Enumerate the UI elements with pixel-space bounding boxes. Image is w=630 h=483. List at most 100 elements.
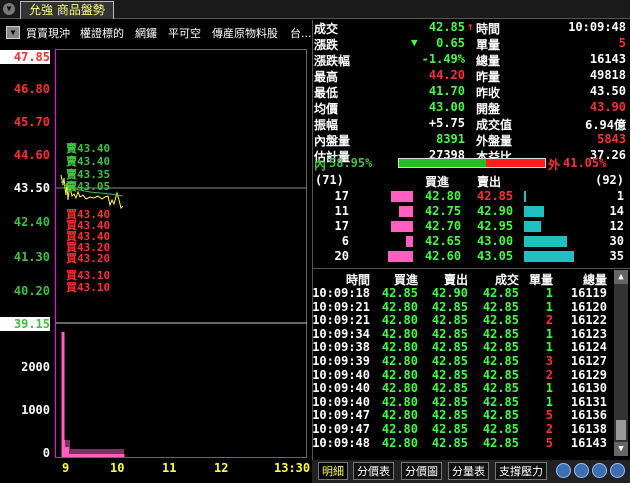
tick-cell: 1 (545, 340, 553, 355)
quote-label: 昨量 (476, 70, 501, 84)
quote-row: 時間 10:09:48 (474, 20, 630, 36)
tick-cell: 42.85 (482, 286, 519, 300)
bid-volume: 17 (334, 189, 349, 203)
tick-cell: 42.80 (381, 408, 418, 423)
bid-header: 買進 (425, 175, 450, 189)
bid-bar (399, 206, 413, 217)
bid-volume: 6 (341, 234, 349, 248)
tick-cell: 42.85 (482, 354, 519, 368)
y-price-label: 43.50 (13, 181, 50, 195)
down-arrow-icon: ▼ (411, 36, 418, 49)
bid-bar (406, 236, 413, 247)
nav-down-icon[interactable] (574, 463, 589, 478)
scroll-thumb[interactable] (616, 420, 626, 440)
divider (312, 20, 313, 460)
tick-cell: 42.80 (381, 367, 418, 382)
tick-cell: 42.80 (381, 299, 418, 314)
x-time-label: 9 (62, 461, 70, 475)
nav-left-icon[interactable] (556, 463, 571, 478)
book-row[interactable]: 6 42.65 43.00 30 (312, 234, 630, 249)
ask-total: (92) (595, 173, 624, 187)
tick-cell: 16143 (570, 435, 607, 450)
bottom-tab-bar: 明細 分價表 分價圖 分量表 支撐壓力 (312, 460, 630, 483)
scroll-down-icon[interactable]: ▼ (614, 442, 628, 456)
tick-cell: 42.85 (431, 381, 468, 396)
quote-label: 成交值 (476, 118, 513, 132)
quote-row: 昨收 43.50 (474, 84, 630, 100)
book-row[interactable]: 11 42.75 42.90 14 (312, 204, 630, 219)
y-price-label: 40.20 (13, 284, 50, 298)
ask-volume: 14 (609, 204, 624, 218)
bid-total: (71) (315, 173, 344, 187)
bid-price: 42.70 (425, 219, 462, 233)
tick-cell: 16123 (570, 326, 607, 341)
ask-bar (524, 191, 526, 202)
quote-row: 總量 16143 (474, 52, 630, 68)
quote-value: 43.50 (589, 84, 626, 98)
tick-cell: 16122 (570, 313, 607, 328)
ask-volume: 35 (609, 249, 624, 263)
y-price-label: 46.80 (13, 82, 50, 96)
tick-cell: 42.85 (431, 394, 468, 409)
scrollbar[interactable]: ▲ ▼ (614, 270, 628, 456)
tick-cell: 42.80 (381, 340, 418, 355)
tick-cell: 10:09:47 (312, 408, 370, 423)
scroll-up-icon[interactable]: ▲ (614, 270, 628, 284)
tick-cell: 10:09:21 (312, 299, 370, 314)
tick-cell: 16119 (570, 286, 607, 300)
y-volume-label: 1000 (21, 403, 50, 417)
book-row[interactable]: 17 42.70 42.95 12 (312, 219, 630, 234)
tick-cell: 42.85 (482, 340, 519, 355)
quote-value: 41.70 (428, 84, 465, 98)
tab-volume-table[interactable]: 分量表 (448, 462, 489, 480)
tick-cell: 1 (545, 326, 553, 341)
bid-volume: 11 (334, 204, 349, 218)
ask-bar (524, 251, 574, 262)
tab-price-table[interactable]: 分價表 (353, 462, 394, 480)
nav-right-icon[interactable] (592, 463, 607, 478)
tab-price-chart[interactable]: 分價圖 (401, 462, 442, 480)
divider (312, 268, 630, 269)
tick-cell: 42.85 (431, 408, 468, 423)
tick-cell: 3 (545, 354, 553, 368)
y-price-label: 44.60 (13, 148, 50, 162)
up-arrow-icon: ↑ (467, 20, 474, 33)
intraday-chart[interactable]: 47.85 46.80 45.70 44.60 43.50 42.40 41.30 40.20… (0, 0, 312, 483)
bid-volume: 20 (334, 249, 349, 263)
tick-cell: 42.85 (431, 326, 468, 341)
tick-cell: 42.85 (482, 381, 519, 396)
tick-cell: 42.85 (431, 299, 468, 314)
y-price-label: 41.30 (13, 250, 50, 264)
tick-cell: 42.80 (381, 313, 418, 328)
x-time-label: 10 (110, 461, 125, 475)
quote-value: 42.85 (428, 20, 465, 34)
quote-label: 最低 (314, 86, 339, 100)
tick-cell: 16124 (570, 340, 607, 355)
quote-label: 成交 (314, 22, 339, 36)
tick-row[interactable]: 10:09:48 42.80 42.85 42.85 5 16143 (312, 436, 630, 451)
ask-volume: 12 (609, 219, 624, 233)
outer-percent: 41.05% (563, 156, 607, 170)
quote-label: 昨收 (476, 86, 501, 100)
tick-cell: 42.85 (381, 286, 418, 300)
ask-volume: 1 (616, 189, 624, 203)
bid-price: 42.75 (425, 204, 462, 218)
tick-cell: 10:09:47 (312, 422, 370, 436)
tick-cell: 42.85 (482, 299, 519, 314)
x-time-label: 12 (214, 461, 229, 475)
tick-cell: 16127 (570, 354, 607, 368)
ratio-bar-inner (399, 159, 486, 167)
quote-value: 0.65 (436, 36, 465, 50)
book-row[interactable]: 20 42.60 43.05 35 (312, 249, 630, 264)
tick-cell: 42.90 (431, 286, 468, 300)
tick-cell: 1 (545, 394, 553, 409)
tab-support-resistance[interactable]: 支撐壓力 (495, 462, 547, 480)
bid-price: 42.80 (425, 189, 462, 203)
ask-price: 42.95 (477, 219, 514, 233)
nav-end-icon[interactable] (610, 463, 625, 478)
book-row[interactable]: 17 42.80 42.85 1 (312, 189, 630, 204)
tab-detail[interactable]: 明細 (318, 462, 348, 480)
ask-volume: 30 (609, 234, 624, 248)
quote-label: 時間 (476, 22, 501, 36)
inner-percent: 58.95% (329, 156, 373, 170)
